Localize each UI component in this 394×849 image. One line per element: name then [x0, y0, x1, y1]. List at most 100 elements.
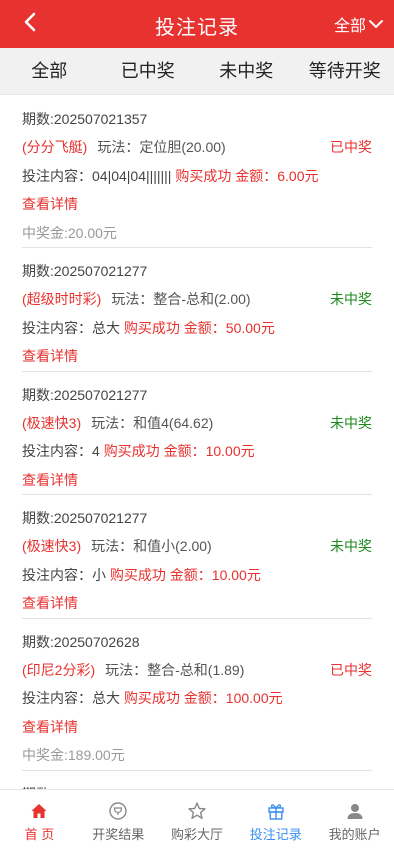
play-value: 定位胆(20.00) — [139, 139, 226, 155]
tab-won[interactable]: 已中奖 — [99, 48, 198, 94]
content-value: 总大 — [92, 690, 124, 706]
buy-status: 购买成功 — [175, 167, 232, 184]
bet-record: 期数:202507021357 (分分飞艇) 玩法：定位胆(20.00) 已中奖投注内… — [22, 96, 372, 248]
prize-row: 中奖金:189.00元 — [22, 741, 372, 770]
amount-value: 10.00元 — [211, 566, 261, 583]
amount-label: 金额： — [163, 443, 206, 459]
filter-dropdown[interactable]: 全部 — [334, 12, 384, 36]
result-status: 已中奖 — [330, 139, 372, 155]
bottom-tab-bar: 首 页 开奖结果 购彩大厅 投注记录 我的账户 — [0, 789, 394, 849]
play-label: 玩法： — [105, 661, 148, 678]
amount-value: 50.00元 — [225, 319, 275, 336]
bet-record: 期数:202507021277 (超级时时彩) 玩法：整合-总和(2.00) 未中奖投… — [22, 248, 372, 372]
gift-icon — [268, 804, 284, 820]
bet-record: 期数:202507021277 (极速快3) 玩法：和值4(64.62) 未中奖 投注内… — [22, 372, 372, 495]
play-method: 玩法：和值小(2.00) — [91, 538, 212, 554]
issue-number: 期数:202507021277 — [22, 386, 148, 403]
prize-label: 中奖金: — [22, 747, 68, 763]
lottery-name: (印尼2分彩) — [22, 661, 96, 678]
tabbar-results[interactable]: 开奖结果 — [79, 790, 158, 849]
view-detail-link[interactable]: 查看详情 — [22, 472, 78, 488]
detail-row: 查看详情 — [22, 190, 372, 219]
amount-value: 6.00元 — [277, 167, 319, 184]
play-label: 玩法： — [91, 538, 134, 554]
play-method: 玩法：整合-总和(1.89) — [105, 662, 244, 678]
play-method: 玩法：整合-总和(2.00) — [111, 291, 250, 307]
play-value: 整合-总和(1.89) — [147, 661, 245, 678]
issue-row: 期数:20250702628 — [22, 619, 372, 656]
issue-row: 期数:202507021357 — [22, 96, 372, 133]
result-status: 未中奖 — [330, 291, 372, 307]
bet-record-list[interactable]: 期数:202507021357 (分分飞艇) 玩法：定位胆(20.00) 已中奖 投注内… — [0, 96, 394, 789]
tabbar-lobby-label: 购彩大厅 — [170, 827, 223, 842]
buy-status: 购买成功 — [123, 690, 180, 706]
trophy-icon — [109, 802, 127, 820]
amount-label: 金额： — [235, 167, 278, 184]
play-value: 和值4(64.62) — [133, 414, 214, 431]
bet-content-row: 投注内容：04|04|04||||||| 购买成功 金额：6.00元 — [22, 162, 372, 191]
bet-content-row: 投注内容：总大 购买成功 金额：50.00元 — [22, 314, 372, 343]
lottery-name: (极速快3) — [22, 414, 82, 431]
prize-label: 中奖金: — [22, 224, 68, 241]
detail-row: 查看详情 — [22, 342, 372, 371]
issue-number: 期数:202507021277 — [22, 510, 148, 526]
tab-all[interactable]: 全部 — [0, 48, 99, 94]
tabbar-results-label: 开奖结果 — [92, 827, 145, 842]
user-icon — [347, 804, 363, 819]
tabbar-account[interactable]: 我的账户 — [315, 790, 394, 849]
tabbar-bet-records[interactable]: 投注记录 — [236, 790, 315, 849]
bet-content-row: 投注内容：总大 购买成功 金额：100.00元 — [22, 684, 372, 713]
prize-value: 20.00元 — [67, 224, 117, 241]
lottery-name: (极速快3) — [22, 538, 82, 554]
filter-label: 全部 — [333, 18, 366, 35]
bet-content-row: 投注内容：4 购买成功 金额：10.00元 — [22, 437, 372, 466]
content-label: 投注内容： — [22, 690, 92, 706]
tabbar-lobby[interactable]: 购彩大厅 — [158, 790, 237, 849]
play-method: 玩法：定位胆(20.00) — [97, 139, 225, 155]
amount-label: 金额： — [183, 690, 226, 706]
game-row: (印尼2分彩) 玩法：整合-总和(1.89) 已中奖 — [22, 656, 372, 685]
view-detail-link[interactable]: 查看详情 — [22, 348, 78, 364]
home-icon — [31, 804, 47, 818]
game-row: (极速快3) 玩法：和值4(64.62) 未中奖 — [22, 409, 372, 438]
issue-row: 期数:202507021277 — [22, 248, 372, 285]
content-label: 投注内容： — [22, 443, 92, 459]
detail-row: 查看详情 — [22, 589, 372, 618]
bet-record: 期数:20250702628(印尼2分彩)玩法：整合-总和(1.89)未中奖 — [22, 771, 372, 790]
tabbar-account-label: 我的账户 — [328, 827, 381, 842]
view-detail-link[interactable]: 查看详情 — [22, 196, 78, 212]
bet-record: 期数:20250702628 (印尼2分彩) 玩法：整合-总和(1.89) 已中奖 投注… — [22, 619, 372, 771]
content-value: 04|04|04||||||| — [92, 167, 176, 184]
chevron-down-icon — [369, 20, 383, 28]
amount-value: 100.00元 — [225, 690, 283, 706]
status-tabs: 全部 已中奖 未中奖 等待开奖 — [0, 48, 394, 95]
amount-value: 10.00元 — [205, 443, 255, 459]
issue-row: 期数:202507021277 — [22, 372, 372, 409]
content-value: 4 — [92, 443, 104, 459]
play-method: 玩法：和值4(64.62) — [91, 415, 213, 431]
tab-lost[interactable]: 未中奖 — [197, 48, 296, 94]
game-row: (超级时时彩) 玩法：整合-总和(2.00) 未中奖 — [22, 285, 372, 314]
tab-pending[interactable]: 等待开奖 — [296, 48, 394, 94]
view-detail-link[interactable]: 查看详情 — [22, 719, 78, 735]
lottery-name: (超级时时彩) — [22, 291, 102, 307]
buy-status: 购买成功 — [123, 319, 180, 336]
play-value: 整合-总和(2.00) — [153, 291, 251, 307]
content-value: 小 — [92, 566, 110, 583]
prize-value: 189.00元 — [67, 747, 125, 763]
issue-row: 期数:20250702628 — [22, 771, 372, 790]
tabbar-home-label: 首 页 — [24, 827, 55, 842]
amount-label: 金额： — [183, 319, 226, 336]
buy-status: 购买成功 — [103, 443, 160, 459]
content-label: 投注内容： — [22, 566, 92, 583]
amount-label: 金额： — [169, 566, 212, 583]
tabbar-home[interactable]: 首 页 — [0, 790, 79, 849]
view-detail-link[interactable]: 查看详情 — [22, 595, 78, 611]
star-icon — [188, 802, 206, 819]
game-row: (极速快3) 玩法：和值小(2.00) 未中奖 — [22, 532, 372, 561]
play-label: 玩法： — [91, 414, 134, 431]
detail-row: 查看详情 — [22, 713, 372, 742]
content-label: 投注内容： — [22, 319, 92, 336]
play-label: 玩法： — [111, 291, 154, 307]
lottery-name: (分分飞艇) — [22, 139, 88, 155]
